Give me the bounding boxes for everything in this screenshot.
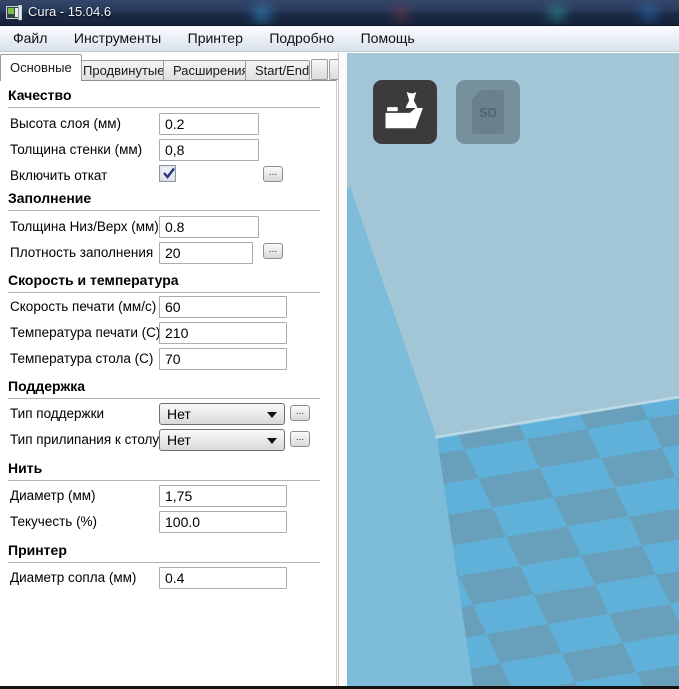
scroll-left-icon: [314, 66, 324, 76]
platform-adhesion-value: Нет: [167, 432, 191, 448]
print-speed-label: Скорость печати (мм/с): [10, 299, 156, 314]
panel-splitter[interactable]: [338, 53, 347, 686]
basic-settings-pane: Качество Высота слоя (мм) Толщина стенки…: [0, 80, 337, 686]
platform-adhesion-more-button[interactable]: ...: [290, 431, 310, 447]
viewport-3d[interactable]: SD: [347, 53, 679, 686]
retraction-more-button[interactable]: ...: [263, 166, 283, 182]
sd-card-icon: SD: [472, 90, 504, 134]
bottom-top-thickness-label: Толщина Низ/Верх (мм): [10, 219, 159, 234]
nozzle-size-input[interactable]: [159, 567, 287, 589]
fill-density-label: Плотность заполнения: [10, 245, 153, 260]
menu-item-tools[interactable]: Инструменты: [63, 26, 172, 50]
load-model-button[interactable]: [373, 80, 437, 144]
support-type-label: Тип поддержки: [10, 406, 104, 421]
filament-diameter-label: Диаметр (мм): [10, 488, 96, 503]
layer-height-input[interactable]: [159, 113, 259, 135]
bed-temperature-label: Температура стола (C): [10, 351, 153, 366]
chevron-down-icon: [267, 438, 277, 444]
tab-label: Расширения: [173, 63, 249, 78]
fill-density-input[interactable]: [159, 242, 253, 264]
taskbar-glow: [641, 5, 657, 21]
tab-label: Основные: [10, 60, 72, 75]
sd-card-label: SD: [472, 105, 504, 120]
section-title-machine: Принтер: [8, 542, 320, 563]
checkmark-icon: [161, 165, 177, 181]
section-title-quality: Качество: [8, 87, 320, 108]
filament-flow-label: Текучесть (%): [10, 514, 97, 529]
filament-flow-input[interactable]: [159, 511, 287, 533]
menu-item-printer[interactable]: Принтер: [177, 26, 254, 50]
taskbar-glow: [253, 5, 271, 23]
retraction-label: Включить откат: [10, 168, 107, 183]
taskbar-glow: [393, 5, 409, 21]
support-type-value: Нет: [167, 406, 191, 422]
tab-label: Продвинутые: [83, 63, 164, 78]
load-model-icon: [379, 86, 431, 138]
menu-item-expert[interactable]: Подробно: [258, 26, 345, 50]
section-title-filament: Нить: [8, 460, 320, 481]
title-bar: Cura - 15.04.6: [0, 0, 679, 26]
tab-label: Start/End: [255, 63, 309, 78]
bed-temperature-input[interactable]: [159, 348, 287, 370]
section-title-speed-temperature: Скорость и температура: [8, 272, 320, 293]
menu-item-file[interactable]: Файл: [2, 26, 58, 50]
tab-scroll-left-button[interactable]: [311, 59, 328, 80]
taskbar-glow: [549, 5, 565, 21]
menu-bar: Файл Инструменты Принтер Подробно Помощь: [0, 26, 679, 52]
nozzle-size-label: Диаметр сопла (мм): [10, 570, 136, 585]
save-to-sd-button[interactable]: SD: [456, 80, 520, 144]
settings-panel: Основные Продвинутые Расширения Start/En…: [0, 52, 347, 686]
print-speed-input[interactable]: [159, 296, 287, 318]
menu-item-help[interactable]: Помощь: [350, 26, 426, 50]
window-title: Cura - 15.04.6: [28, 4, 111, 19]
support-type-select[interactable]: Нет: [159, 403, 285, 425]
fill-density-more-button[interactable]: ...: [263, 243, 283, 259]
wall-thickness-input[interactable]: [159, 139, 259, 161]
wall-thickness-label: Толщина стенки (мм): [10, 142, 142, 157]
platform-adhesion-label: Тип прилипания к столу: [10, 432, 159, 447]
retraction-checkbox[interactable]: [159, 165, 176, 182]
tab-basic[interactable]: Основные: [0, 54, 82, 81]
print-temperature-label: Температура печати (C): [10, 325, 160, 340]
chevron-down-icon: [267, 412, 277, 418]
tab-advanced[interactable]: Продвинутые: [73, 60, 174, 81]
app-icon: [6, 5, 22, 21]
bottom-top-thickness-input[interactable]: [159, 216, 259, 238]
filament-diameter-input[interactable]: [159, 485, 287, 507]
section-title-support: Поддержка: [8, 378, 320, 399]
print-temperature-input[interactable]: [159, 322, 287, 344]
platform-adhesion-select[interactable]: Нет: [159, 429, 285, 451]
tab-start-end-gcode[interactable]: Start/End: [245, 60, 310, 81]
section-title-fill: Заполнение: [8, 190, 320, 211]
layer-height-label: Высота слоя (мм): [10, 116, 121, 131]
support-type-more-button[interactable]: ...: [290, 405, 310, 421]
